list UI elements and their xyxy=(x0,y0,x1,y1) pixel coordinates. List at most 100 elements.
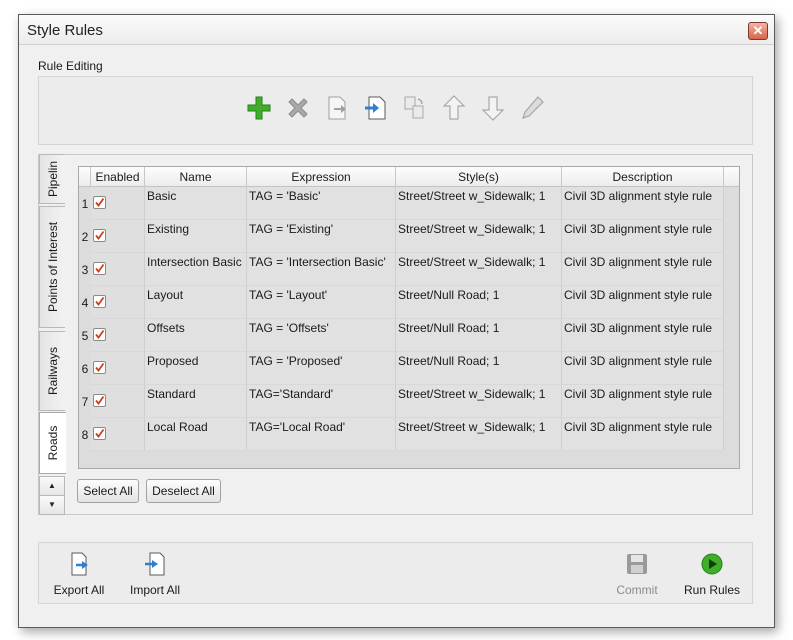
arrow-up-icon xyxy=(442,95,466,120)
column-header-enabled[interactable]: Enabled xyxy=(91,167,145,187)
table-header: Enabled Name Expression Style(s) Descrip… xyxy=(79,167,739,187)
save-disk-icon xyxy=(627,554,647,574)
table-row[interactable]: 5 Offsets TAG = 'Offsets' Street/Null Road;… xyxy=(79,319,739,352)
row-number: 1 xyxy=(81,197,89,211)
deselect-all-button[interactable]: Deselect All xyxy=(146,479,221,503)
enabled-checkbox[interactable] xyxy=(93,361,106,374)
cell-styles[interactable]: Street/Null Road; 1 xyxy=(396,352,562,385)
row-number: 6 xyxy=(81,362,89,376)
table-row[interactable]: 7 Standard TAG='Standard' Street/Street w_S… xyxy=(79,385,739,418)
cell-name[interactable]: Standard xyxy=(145,385,247,418)
run-rules-button[interactable]: Run Rules xyxy=(679,551,745,597)
cell-styles[interactable]: Street/Street w_Sidewalk; 1 xyxy=(396,187,562,220)
import-all-button[interactable]: Import All xyxy=(125,551,185,597)
cell-styles[interactable]: Street/Null Road; 1 xyxy=(396,319,562,352)
column-header-styles[interactable]: Style(s) xyxy=(396,167,562,187)
tab-scroll-down-button[interactable]: ▼ xyxy=(39,495,65,515)
cell-description[interactable]: Civil 3D alignment style rule xyxy=(562,220,724,253)
check-icon xyxy=(95,428,105,438)
copy-rule-button[interactable] xyxy=(400,93,430,123)
corner-header xyxy=(79,167,91,187)
export-all-label: Export All xyxy=(53,583,105,597)
cell-description[interactable]: Civil 3D alignment style rule xyxy=(562,286,724,319)
import-doc-icon xyxy=(365,96,386,120)
cell-name[interactable]: Basic xyxy=(145,187,247,220)
check-icon xyxy=(95,263,105,273)
enabled-checkbox[interactable] xyxy=(93,262,106,275)
row-number: 5 xyxy=(81,329,89,343)
rule-editing-toolbar xyxy=(38,76,753,145)
cell-name[interactable]: Proposed xyxy=(145,352,247,385)
enabled-checkbox[interactable] xyxy=(93,196,106,209)
cell-description[interactable]: Civil 3D alignment style rule xyxy=(562,352,724,385)
tab-pipelines-label: Pipelin xyxy=(45,160,60,198)
table-row[interactable]: 3 Intersection Basic TAG = 'Intersection B… xyxy=(79,253,739,286)
tab-points-of-interest[interactable]: Points of Interest xyxy=(39,206,65,328)
enabled-checkbox[interactable] xyxy=(93,229,106,242)
commit-label: Commit xyxy=(616,583,658,597)
cell-styles[interactable]: Street/Street w_Sidewalk; 1 xyxy=(396,385,562,418)
cell-expression[interactable]: TAG = 'Proposed' xyxy=(247,352,396,385)
export-all-button[interactable]: Export All xyxy=(49,551,109,597)
tab-pipelines[interactable]: Pipelin xyxy=(39,154,65,204)
table-row[interactable]: 6 Proposed TAG = 'Proposed' Street/Null Roa… xyxy=(79,352,739,385)
import-all-label: Import All xyxy=(129,583,180,597)
commit-button[interactable]: Commit xyxy=(609,551,665,597)
tab-scroll-up-button[interactable]: ▲ xyxy=(39,476,65,496)
cell-styles[interactable]: Street/Street w_Sidewalk; 1 xyxy=(396,418,562,451)
delete-rule-button[interactable] xyxy=(283,93,313,123)
cell-expression[interactable]: TAG = 'Offsets' xyxy=(247,319,396,352)
enabled-checkbox[interactable] xyxy=(93,427,106,440)
move-down-button[interactable] xyxy=(478,93,508,123)
cell-description[interactable]: Civil 3D alignment style rule xyxy=(562,187,724,220)
add-rule-button[interactable] xyxy=(244,93,274,123)
import-rule-button[interactable] xyxy=(361,93,391,123)
enabled-checkbox[interactable] xyxy=(93,328,106,341)
select-all-button[interactable]: Select All xyxy=(77,479,139,503)
plus-icon xyxy=(247,96,271,120)
row-number: 8 xyxy=(81,428,89,442)
bottom-toolbar: Export All Import All Commit Run Rules xyxy=(38,542,753,604)
cell-expression[interactable]: TAG = 'Basic' xyxy=(247,187,396,220)
cell-name[interactable]: Existing xyxy=(145,220,247,253)
table-row[interactable]: 2 Existing TAG = 'Existing' Street/Street w… xyxy=(79,220,739,253)
cell-name[interactable]: Offsets xyxy=(145,319,247,352)
cell-styles[interactable]: Street/Street w_Sidewalk; 1 xyxy=(396,220,562,253)
x-icon xyxy=(288,98,308,118)
enabled-checkbox[interactable] xyxy=(93,394,106,407)
tab-roads[interactable]: Roads xyxy=(39,412,66,474)
row-number: 7 xyxy=(81,395,89,409)
column-header-description[interactable]: Description xyxy=(562,167,724,187)
check-icon xyxy=(95,329,105,339)
edit-rule-button[interactable] xyxy=(517,93,547,123)
cell-name[interactable]: Local Road xyxy=(145,418,247,451)
check-icon xyxy=(95,395,105,405)
column-header-expression[interactable]: Expression xyxy=(247,167,396,187)
cell-description[interactable]: Civil 3D alignment style rule xyxy=(562,319,724,352)
column-header-name[interactable]: Name xyxy=(145,167,247,187)
check-icon xyxy=(95,197,105,207)
cell-expression[interactable]: TAG = 'Intersection Basic' xyxy=(247,253,396,286)
table-row[interactable]: 4 Layout TAG = 'Layout' Street/Null Road; 1… xyxy=(79,286,739,319)
table-row[interactable]: 1 Basic TAG = 'Basic' Street/Street w_Sidew… xyxy=(79,187,739,220)
cell-description[interactable]: Civil 3D alignment style rule xyxy=(562,418,724,451)
cell-expression[interactable]: TAG = 'Layout' xyxy=(247,286,396,319)
export-rule-button[interactable] xyxy=(322,93,352,123)
play-icon xyxy=(701,553,723,575)
cell-expression[interactable]: TAG = 'Existing' xyxy=(247,220,396,253)
cell-styles[interactable]: Street/Null Road; 1 xyxy=(396,286,562,319)
cell-name[interactable]: Intersection Basic xyxy=(145,253,247,286)
cell-description[interactable]: Civil 3D alignment style rule xyxy=(562,385,724,418)
tab-railways[interactable]: Railways xyxy=(39,331,65,411)
cell-description[interactable]: Civil 3D alignment style rule xyxy=(562,253,724,286)
cell-name[interactable]: Layout xyxy=(145,286,247,319)
cell-styles[interactable]: Street/Street w_Sidewalk; 1 xyxy=(396,253,562,286)
export-doc-icon xyxy=(71,552,88,576)
pencil-icon xyxy=(522,96,544,119)
table-row[interactable]: 8 Local Road TAG='Local Road' Street/Street… xyxy=(79,418,739,451)
cell-expression[interactable]: TAG='Standard' xyxy=(247,385,396,418)
copy-icon xyxy=(404,96,424,119)
cell-expression[interactable]: TAG='Local Road' xyxy=(247,418,396,451)
move-up-button[interactable] xyxy=(439,93,469,123)
enabled-checkbox[interactable] xyxy=(93,295,106,308)
